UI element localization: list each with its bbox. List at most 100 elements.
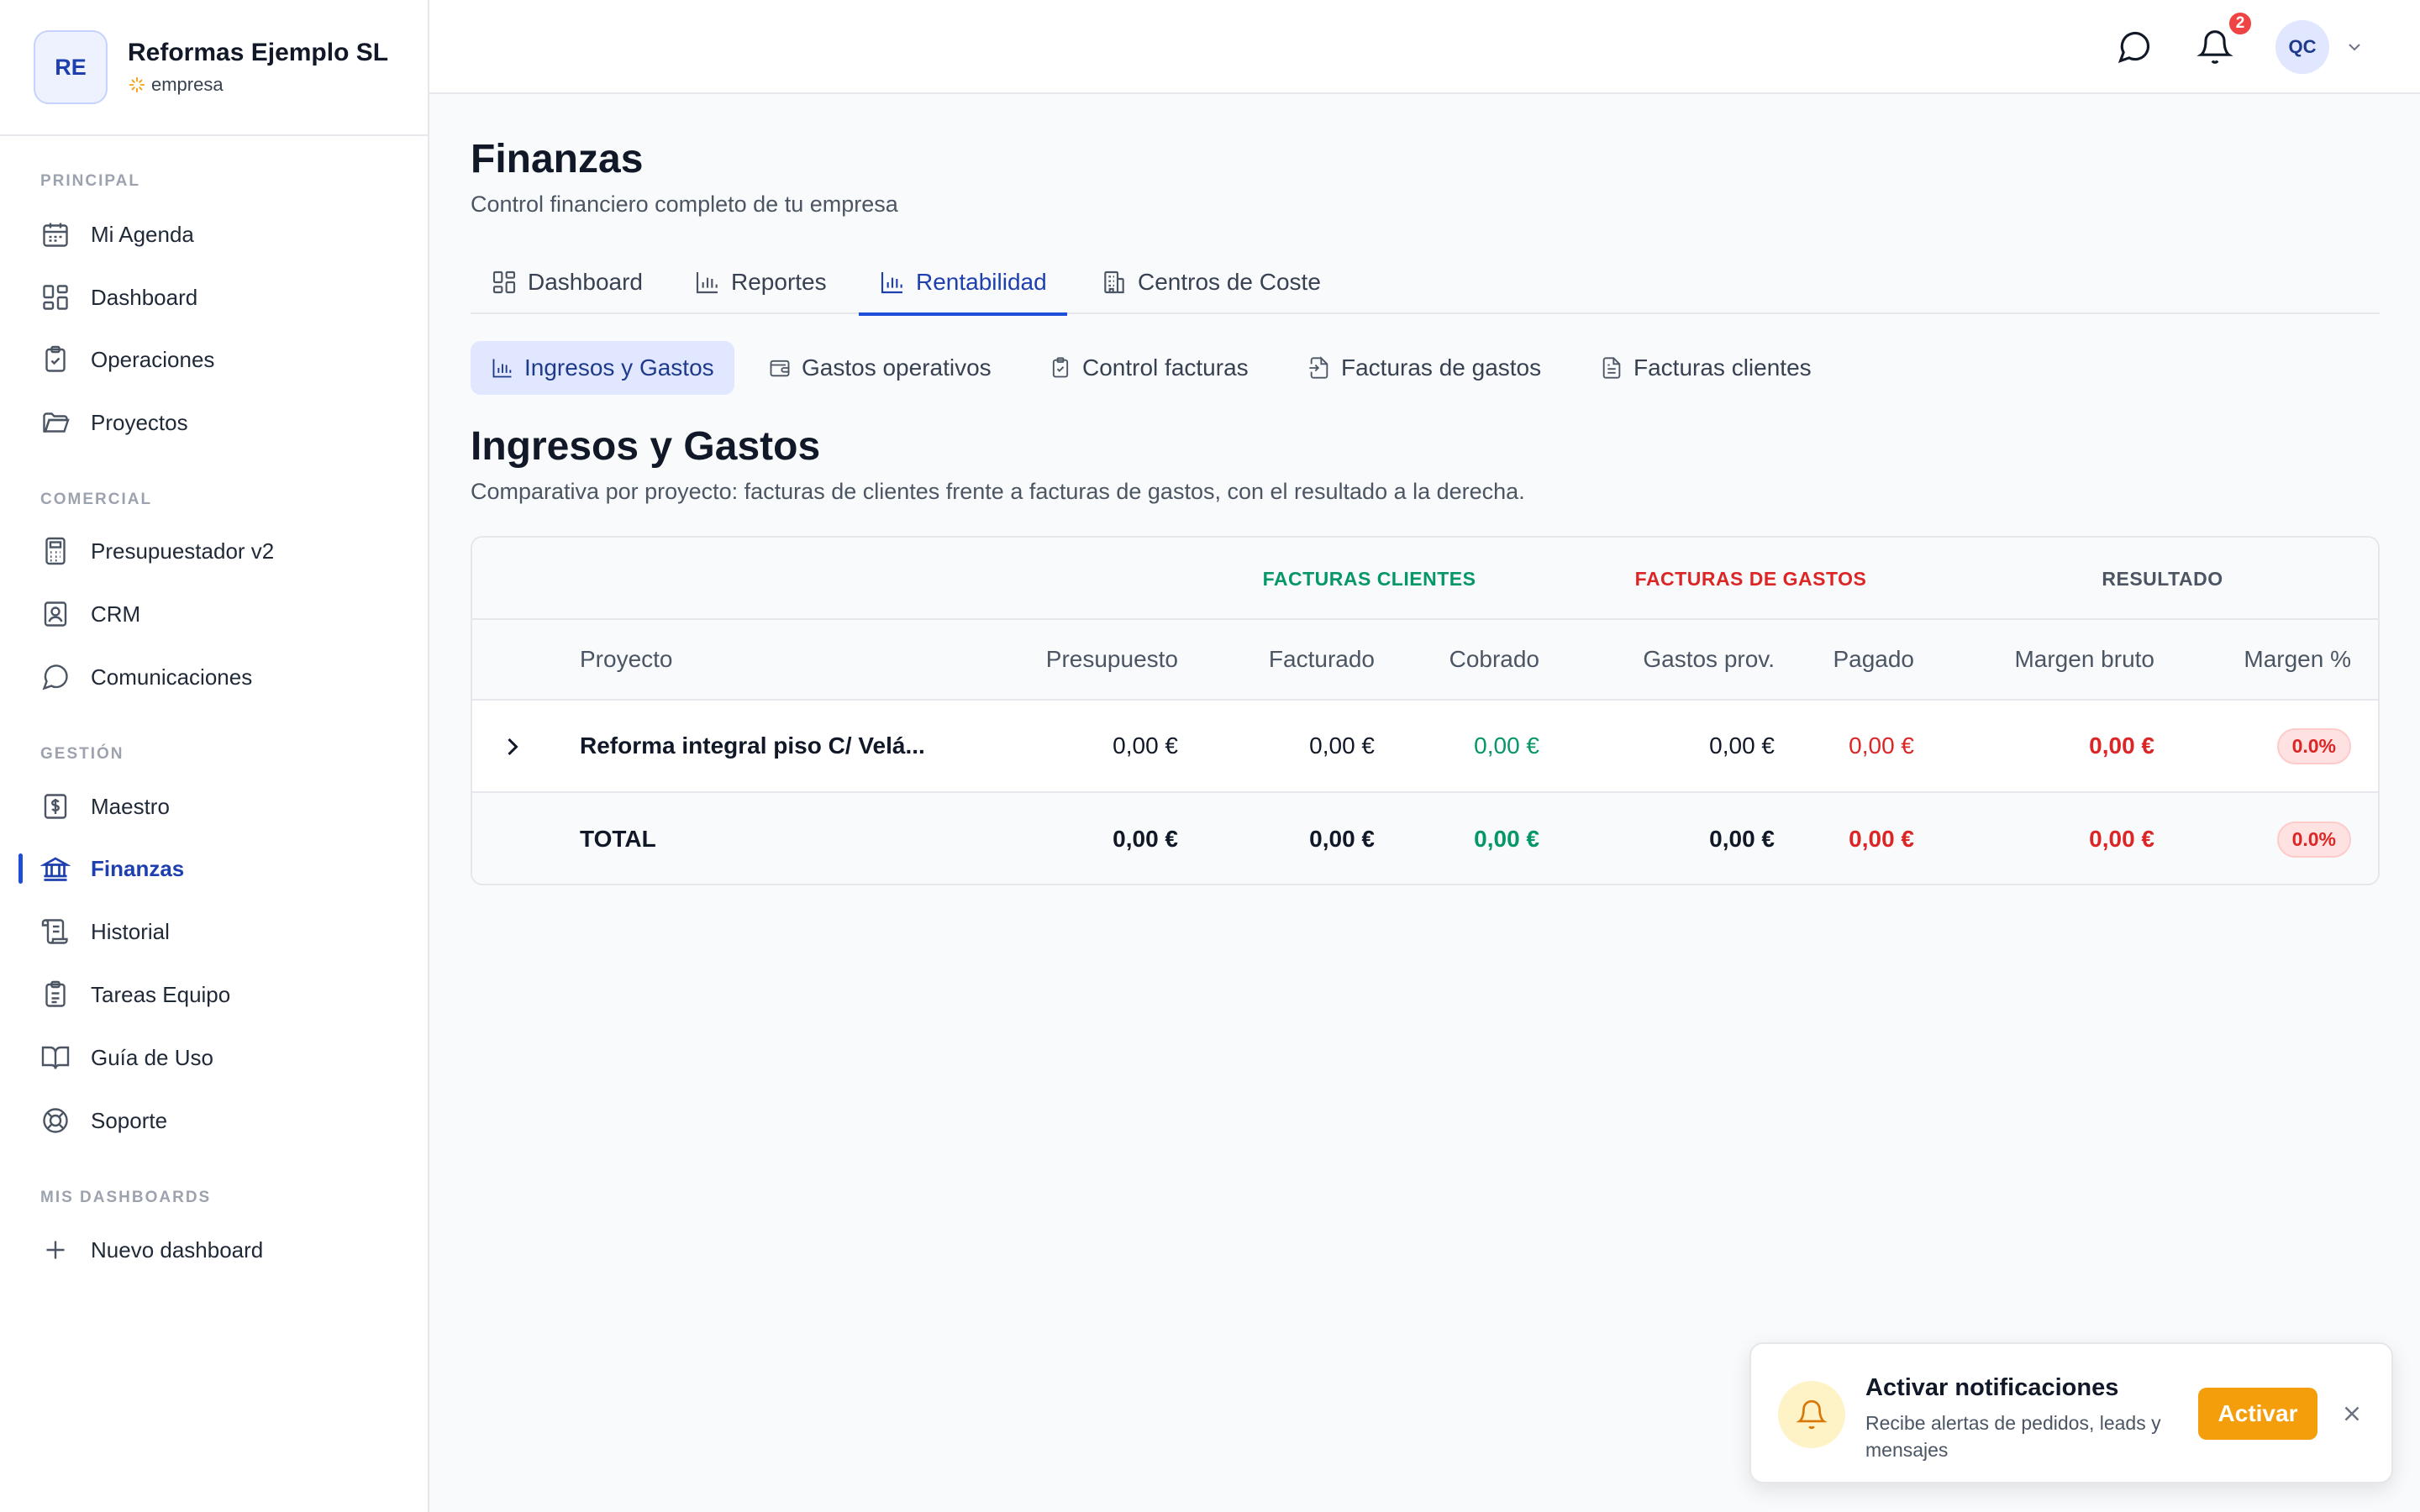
sidebar-item-dashboard[interactable]: Dashboard (0, 272, 428, 323)
total-facturado: 0,00 € (1309, 826, 1375, 852)
nav-section-comercial: COMERCIAL (40, 491, 153, 508)
margin-pct-badge: 0.0% (2276, 701, 2351, 791)
table-total-row: TOTAL 0,00 € 0,00 € 0,00 € 0,00 € 0,00 €… (472, 793, 2378, 884)
table-row[interactable]: Reforma integral piso C/ Velá... 0,00 € … (472, 701, 2378, 793)
layout-grid-icon (40, 282, 71, 312)
sidebar-item-mi-agenda[interactable]: Mi Agenda (0, 209, 428, 260)
group-facturas-de-gastos: FACTURAS DE GASTOS (1634, 567, 1867, 590)
column-header-proyecto[interactable]: Proyecto (580, 620, 673, 699)
column-header-presupuesto[interactable]: Presupuesto (1046, 620, 1178, 699)
column-header-cobrado[interactable]: Cobrado (1449, 620, 1539, 699)
column-header-margen-pct[interactable]: Margen % (2244, 620, 2351, 699)
table-header: Proyecto Presupuesto Facturado Cobrado G… (472, 620, 2378, 701)
sidebar-item-operaciones[interactable]: Operaciones (0, 334, 428, 385)
company-header[interactable]: RE Reformas Ejemplo SL empresa (0, 0, 428, 136)
clipboard-check-icon (40, 344, 71, 375)
sidebar-item-label: Operaciones (91, 346, 215, 372)
nav-section-principal: PRINCIPAL (40, 172, 140, 190)
sidebar-item-maestro[interactable]: Maestro (0, 781, 428, 832)
cell-pagado: 0,00 € (1849, 732, 1914, 759)
file-import-icon (1307, 356, 1331, 380)
clipboard-check-icon (1049, 356, 1072, 380)
sidebar: RE Reformas Ejemplo SL empresa PRINCIPAL… (0, 0, 429, 1512)
subtab-label: Ingresos y Gastos (524, 354, 714, 381)
group-facturas-clientes: FACTURAS CLIENTES (1262, 567, 1476, 590)
bell-icon (1778, 1381, 1845, 1448)
column-header-margen-bruto[interactable]: Margen bruto (2014, 620, 2154, 699)
wallet-icon (768, 356, 792, 380)
calculator-icon (40, 536, 71, 566)
sidebar-item-label: Soporte (91, 1107, 168, 1133)
sidebar-item-proyectos[interactable]: Proyectos (0, 397, 428, 448)
bank-icon (40, 853, 71, 884)
book-open-icon (40, 1042, 71, 1073)
sidebar-item-label: Nuevo dashboard (91, 1236, 264, 1263)
tab-label: Centros de Coste (1138, 269, 1321, 295)
subtab-gastos-operativos[interactable]: Gastos operativos (748, 341, 1012, 395)
close-icon[interactable] (2339, 1401, 2365, 1426)
bar-chart-icon (491, 356, 514, 380)
total-gastos-prov: 0,00 € (1709, 826, 1775, 852)
tab-label: Reportes (731, 269, 827, 295)
sidebar-item-label: Mi Agenda (91, 221, 194, 247)
contact-icon (40, 599, 71, 629)
project-name[interactable]: Reforma integral piso C/ Velá... (580, 701, 925, 791)
scroll-text-icon (40, 916, 71, 947)
column-header-facturado[interactable]: Facturado (1269, 620, 1375, 699)
toast-title: Activar notificaciones (1865, 1374, 2119, 1401)
nav-section-mis-dashboards: MIS DASHBOARDS (40, 1189, 212, 1206)
sparkles-icon (128, 76, 146, 94)
toast-body: Recibe alertas de pedidos, leads y mensa… (1865, 1412, 2161, 1461)
chevron-down-icon[interactable] (2344, 37, 2365, 57)
sidebar-item-comunicaciones[interactable]: Comunicaciones (0, 652, 428, 702)
sidebar-item-presupuestador[interactable]: Presupuestador v2 (0, 526, 428, 576)
tab-rentabilidad[interactable]: Rentabilidad (859, 250, 1067, 316)
sidebar-item-guia-de-uso[interactable]: Guía de Uso (0, 1032, 428, 1083)
column-header-gastos-prov[interactable]: Gastos prov. (1643, 620, 1775, 699)
plus-icon (40, 1235, 71, 1265)
activate-notifications-button[interactable]: Activar (2198, 1388, 2317, 1440)
page-subtitle: Control financiero completo de tu empres… (471, 192, 898, 217)
company-name: Reformas Ejemplo SL (128, 39, 389, 66)
sidebar-item-soporte[interactable]: Soporte (0, 1095, 428, 1146)
chat-icon[interactable] (2116, 29, 2153, 66)
sidebar-item-label: CRM (91, 601, 141, 627)
total-presupuesto: 0,00 € (1113, 826, 1178, 852)
total-margen-bruto: 0,00 € (2089, 826, 2154, 852)
clipboard-list-icon (40, 979, 71, 1010)
subtab-label: Facturas de gastos (1341, 354, 1542, 381)
bar-chart-icon (694, 269, 721, 296)
sidebar-item-label: Proyectos (91, 409, 188, 435)
total-label: TOTAL (580, 826, 656, 852)
sidebar-item-crm[interactable]: CRM (0, 589, 428, 639)
bell-icon[interactable] (2196, 29, 2233, 66)
building-icon (1101, 269, 1128, 296)
life-buoy-icon (40, 1105, 71, 1136)
sidebar-item-label: Maestro (91, 793, 170, 819)
section-title: Ingresos y Gastos (471, 424, 821, 469)
tab-reportes[interactable]: Reportes (674, 250, 847, 314)
column-header-pagado[interactable]: Pagado (1833, 620, 1914, 699)
subtab-facturas-clientes[interactable]: Facturas clientes (1580, 341, 1832, 395)
sidebar-item-finanzas[interactable]: Finanzas (0, 843, 428, 894)
table-group-header: FACTURAS CLIENTES FACTURAS DE GASTOS RES… (472, 538, 2378, 620)
tab-dashboard[interactable]: Dashboard (471, 250, 663, 314)
sidebar-item-label: Guía de Uso (91, 1044, 213, 1070)
folder-open-icon (40, 407, 71, 438)
chevron-right-icon[interactable] (497, 732, 528, 762)
new-dashboard-button[interactable]: Nuevo dashboard (0, 1225, 428, 1275)
cell-gastos-prov: 0,00 € (1709, 732, 1775, 759)
subtab-control-facturas[interactable]: Control facturas (1028, 341, 1269, 395)
sidebar-item-historial[interactable]: Historial (0, 906, 428, 957)
user-avatar[interactable]: QC (2275, 20, 2329, 74)
file-text-icon (1600, 356, 1623, 380)
subtab-facturas-de-gastos[interactable]: Facturas de gastos (1287, 341, 1561, 395)
subtab-ingresos-y-gastos[interactable]: Ingresos y Gastos (471, 341, 734, 395)
tab-centros-de-coste[interactable]: Centros de Coste (1081, 250, 1341, 314)
layout-grid-icon (491, 269, 518, 296)
sidebar-item-label: Historial (91, 918, 170, 944)
bar-chart-icon (879, 269, 906, 296)
calendar-icon (40, 219, 71, 249)
group-resultado: RESULTADO (2102, 567, 2223, 590)
sidebar-item-tareas-equipo[interactable]: Tareas Equipo (0, 969, 428, 1020)
